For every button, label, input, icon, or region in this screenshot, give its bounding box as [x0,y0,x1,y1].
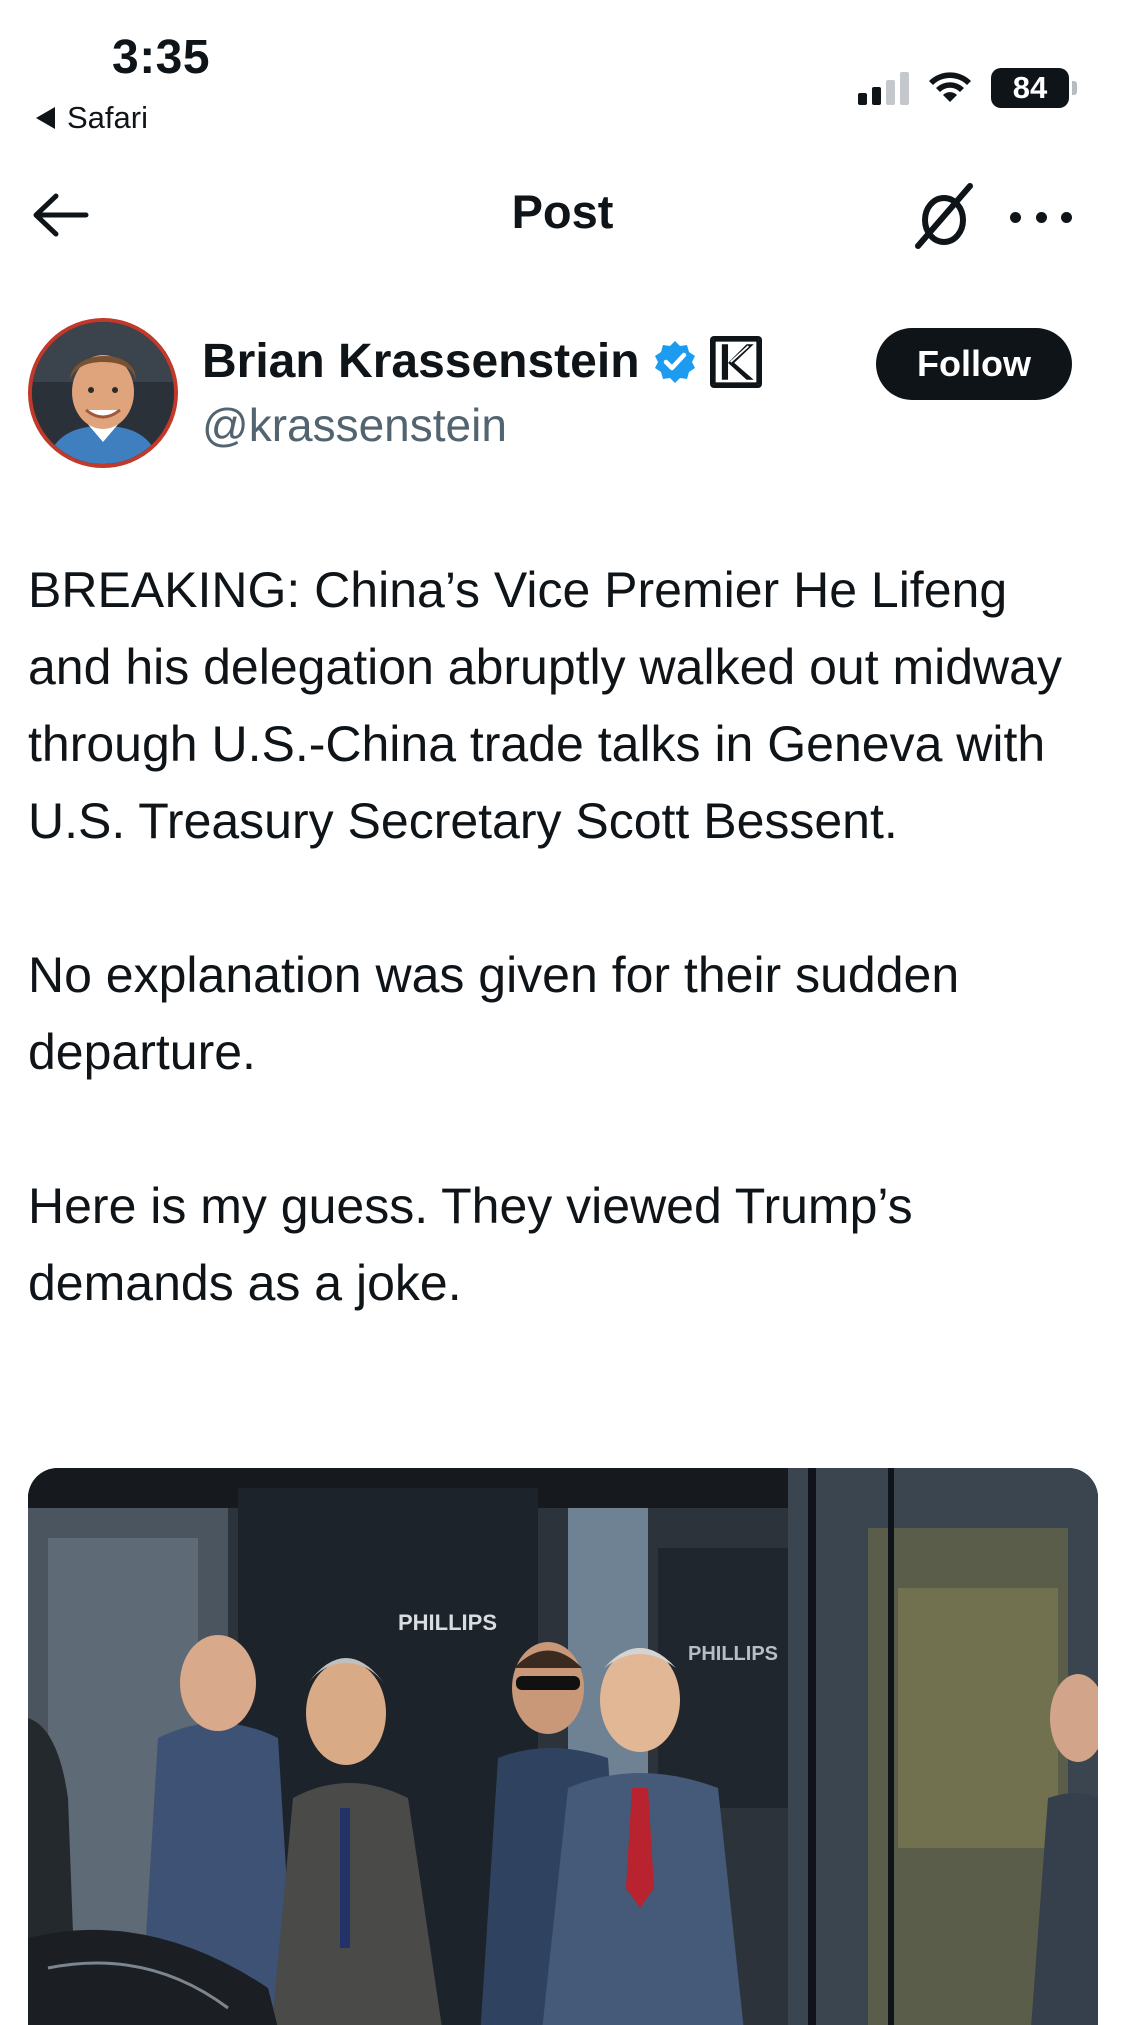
avatar[interactable] [28,318,178,468]
author-handle[interactable]: @krassenstein [202,398,507,452]
avatar-image [32,322,174,464]
tweet-image[interactable]: PHILLIPS PHILLIPS [28,1468,1098,2025]
back-to-safari-link[interactable]: Safari [36,100,148,136]
battery-icon: 84 [991,68,1077,108]
more-dot-icon [1061,211,1072,223]
status-bar: 3:35 Safari 84 [0,0,1125,140]
tweet-paragraph: BREAKING: China’s Vice Premier He Lifeng… [28,562,1062,849]
battery-level: 84 [1012,70,1048,105]
post-header: Post [0,170,1125,260]
back-triangle-icon [36,107,55,129]
follow-button[interactable]: Follow [876,328,1072,400]
back-app-label: Safari [67,100,148,135]
photo-scene: PHILLIPS PHILLIPS [28,1468,1098,2025]
phillips-sign: PHILLIPS [688,1643,778,1665]
tweet-text: BREAKING: China’s Vice Premier He Lifeng… [28,552,1098,1322]
phillips-sign: PHILLIPS [398,1610,497,1635]
wifi-icon [929,72,971,102]
author-row: Brian Krassenstein @krassenstein Follow [28,318,1098,470]
more-button[interactable] [1010,192,1072,242]
status-time: 3:35 [112,31,211,84]
grok-button[interactable] [908,180,980,252]
tweet-paragraph: No explanation was given for their sudde… [28,947,960,1080]
author-name-row: Brian Krassenstein [202,334,762,389]
more-dot-icon [1035,211,1047,223]
signal-icon [858,71,909,105]
status-indicators: 84 [858,68,1077,108]
grok-icon [915,183,973,249]
more-dot-icon [1010,211,1021,223]
k-badge-icon[interactable] [709,335,762,388]
verified-badge-icon[interactable] [652,339,698,385]
tweet-paragraph: Here is my guess. They viewed Trump’s de… [28,1178,913,1311]
author-name[interactable]: Brian Krassenstein [202,334,640,389]
